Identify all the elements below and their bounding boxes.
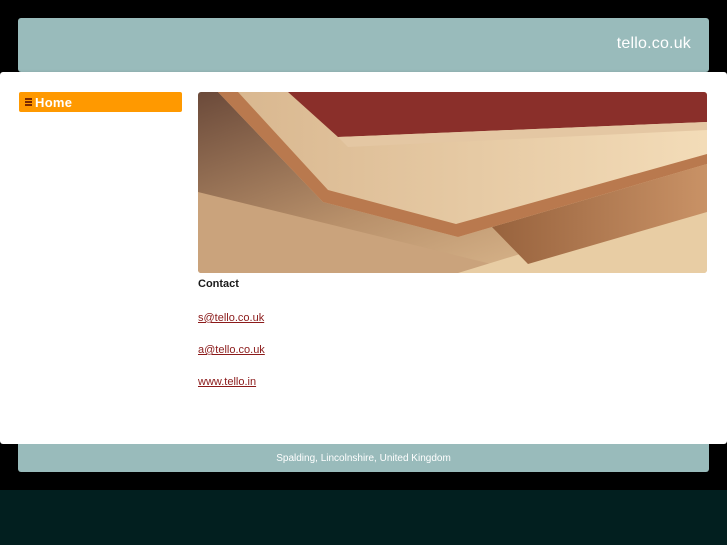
site-title: tello.co.uk — [616, 35, 691, 52]
site-header: tello.co.uk — [18, 18, 709, 72]
contact-heading: Contact — [198, 278, 239, 290]
email-link-a[interactable]: a@tello.co.uk — [198, 343, 698, 357]
footer-address: Spalding, Lincolnshire, United Kingdom — [276, 452, 451, 464]
email-link-s[interactable]: s@tello.co.uk — [198, 311, 698, 325]
website-link[interactable]: www.tello.in — [198, 375, 698, 389]
list-icon — [25, 98, 32, 106]
nav-item-label: Home — [35, 94, 73, 110]
hero-image — [198, 92, 707, 273]
nav-item-home[interactable]: Home — [19, 92, 182, 112]
bottom-band — [0, 490, 727, 545]
main-content-panel: Home Contact s@tello.co.uk a@tello.co.uk… — [0, 72, 727, 444]
site-footer: Spalding, Lincolnshire, United Kingdom — [18, 444, 709, 472]
